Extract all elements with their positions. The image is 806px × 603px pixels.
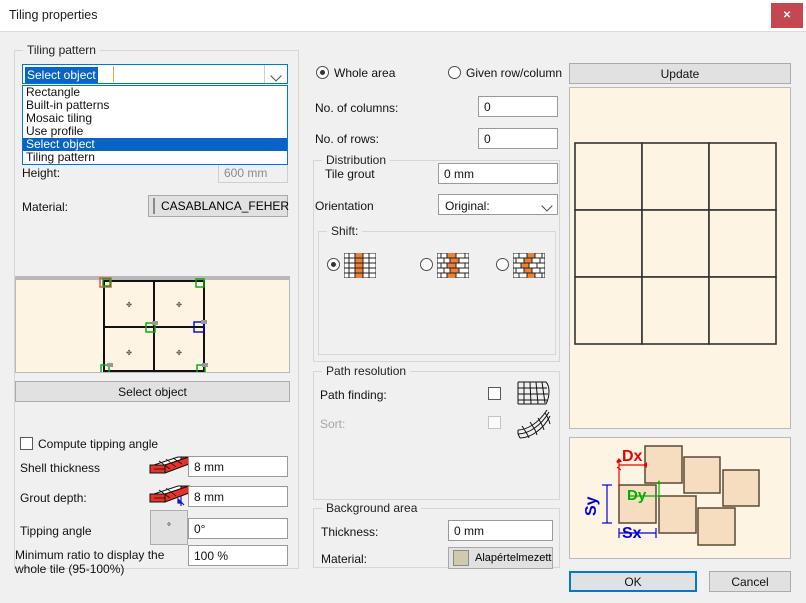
material-label: Material: (22, 200, 69, 214)
whole-area-label: Whole area (334, 66, 396, 80)
min-ratio-label: Minimum ratio to display the whole tile … (15, 548, 165, 576)
bg-material-value: Alapértelmezett (475, 552, 552, 564)
sort-label: Sort: (320, 417, 346, 431)
chevron-down-icon[interactable] (264, 65, 287, 83)
grout-depth-icon (148, 485, 190, 510)
shift-group-label: Shift: (327, 224, 363, 238)
shift-dimension-preview-svg: Dx Dy Sy Sx (570, 438, 790, 558)
material-button[interactable]: CASABLANCA_FEHER (148, 195, 290, 217)
given-row-column-label: Given row/column (466, 66, 563, 80)
dropdown-option-5[interactable]: Tiling pattern (23, 151, 287, 164)
compute-tipping-angle-checkbox[interactable] (20, 437, 33, 450)
shift-grid-pattern-icon[interactable] (343, 252, 377, 281)
window-title: Tiling properties (9, 8, 98, 22)
dx-label: Dx (622, 448, 643, 465)
bg-material-label: Material: (321, 552, 368, 566)
sx-label: Sx (622, 525, 642, 542)
cancel-button[interactable]: Cancel (709, 571, 791, 592)
shift-dimension-preview: Dx Dy Sy Sx (569, 437, 791, 559)
sort-curve-icon (516, 408, 552, 443)
path-resolution-group-label: Path resolution (322, 364, 411, 378)
shell-thickness-label: Shell thickness (20, 461, 101, 475)
shift-option-1-radio[interactable] (420, 258, 433, 271)
shift-option-2-radio[interactable] (496, 258, 509, 271)
dy-label: Dy (627, 487, 647, 504)
grout-depth-label: Grout depth: (20, 491, 87, 505)
shift-group: Shift: (318, 224, 556, 355)
shift-running-bond-icon[interactable] (436, 252, 470, 281)
tiling-pattern-combobox-value: Select object (25, 67, 98, 83)
rows-label: No. of rows: (315, 132, 380, 146)
svg-text:✤: ✤ (126, 301, 132, 309)
tipping-angle-field[interactable]: 0° (188, 518, 288, 539)
height-field: 600 mm (218, 162, 288, 183)
ok-button[interactable]: OK (569, 571, 697, 592)
svg-text:✤: ✤ (176, 349, 182, 357)
text-caret (113, 66, 114, 82)
tiling-preview-large-svg (570, 88, 790, 428)
orientation-label: Orientation (315, 199, 374, 213)
path-finding-checkbox[interactable] (488, 387, 501, 400)
bg-material-color-swatch (453, 550, 469, 566)
rows-field[interactable]: 0 (478, 128, 558, 149)
shift-diagonal-bond-icon[interactable] (512, 252, 546, 281)
columns-label: No. of columns: (315, 101, 399, 115)
shell-thickness-field[interactable]: 8 mm (188, 456, 288, 477)
sy-label: Sy (583, 496, 600, 516)
sort-checkbox (488, 416, 501, 429)
distribution-group-label: Distribution (322, 153, 391, 167)
orientation-chevron-down-icon[interactable] (537, 195, 557, 214)
tipping-angle-label: Tipping angle (20, 524, 92, 538)
material-color-swatch (153, 198, 155, 214)
svg-text:✤: ✤ (176, 301, 182, 309)
tile-layout-preview: ✤ ✤ ✤ ✤ (15, 276, 290, 373)
columns-field[interactable]: 0 (478, 96, 558, 117)
bg-thickness-field[interactable]: 0 mm (448, 520, 553, 541)
tiling-preview-large (569, 87, 791, 429)
bg-thickness-label: Thickness: (321, 525, 379, 539)
height-label: Height: (22, 166, 61, 180)
material-value: CASABLANCA_FEHER (161, 199, 290, 213)
bg-material-button[interactable]: Alapértelmezett (448, 547, 553, 569)
path-finding-label: Path finding: (320, 388, 387, 402)
select-object-button[interactable]: Select object (15, 381, 290, 402)
compute-tipping-angle-label: Compute tipping angle (38, 437, 159, 451)
min-ratio-field[interactable]: 100 % (188, 545, 288, 566)
window-titlebar: Tiling properties ✕ (0, 0, 806, 32)
shell-thickness-icon (148, 455, 190, 480)
tiling-pattern-dropdown-list[interactable]: Rectangle Built-in patterns Mosaic tilin… (22, 85, 288, 165)
orientation-select[interactable]: Original: (438, 194, 558, 215)
shift-option-0-radio[interactable] (327, 258, 340, 271)
given-row-column-radio[interactable] (448, 66, 461, 79)
close-icon[interactable]: ✕ (771, 3, 803, 28)
tile-grout-label: Tile grout (325, 167, 375, 181)
background-area-group-label: Background area (322, 501, 422, 515)
update-button[interactable]: Update (569, 63, 791, 84)
tile-grout-field[interactable]: 0 mm (438, 163, 558, 184)
tiling-pattern-combobox[interactable]: Select object (22, 64, 288, 84)
tiling-pattern-group-label: Tiling pattern (23, 43, 100, 57)
grout-depth-field[interactable]: 8 mm (188, 486, 288, 507)
degree-icon: ° (150, 510, 188, 545)
svg-text:✤: ✤ (126, 349, 132, 357)
orientation-value: Original: (445, 199, 490, 213)
whole-area-radio[interactable] (316, 66, 329, 79)
tile-layout-preview-svg: ✤ ✤ ✤ ✤ (16, 277, 289, 372)
